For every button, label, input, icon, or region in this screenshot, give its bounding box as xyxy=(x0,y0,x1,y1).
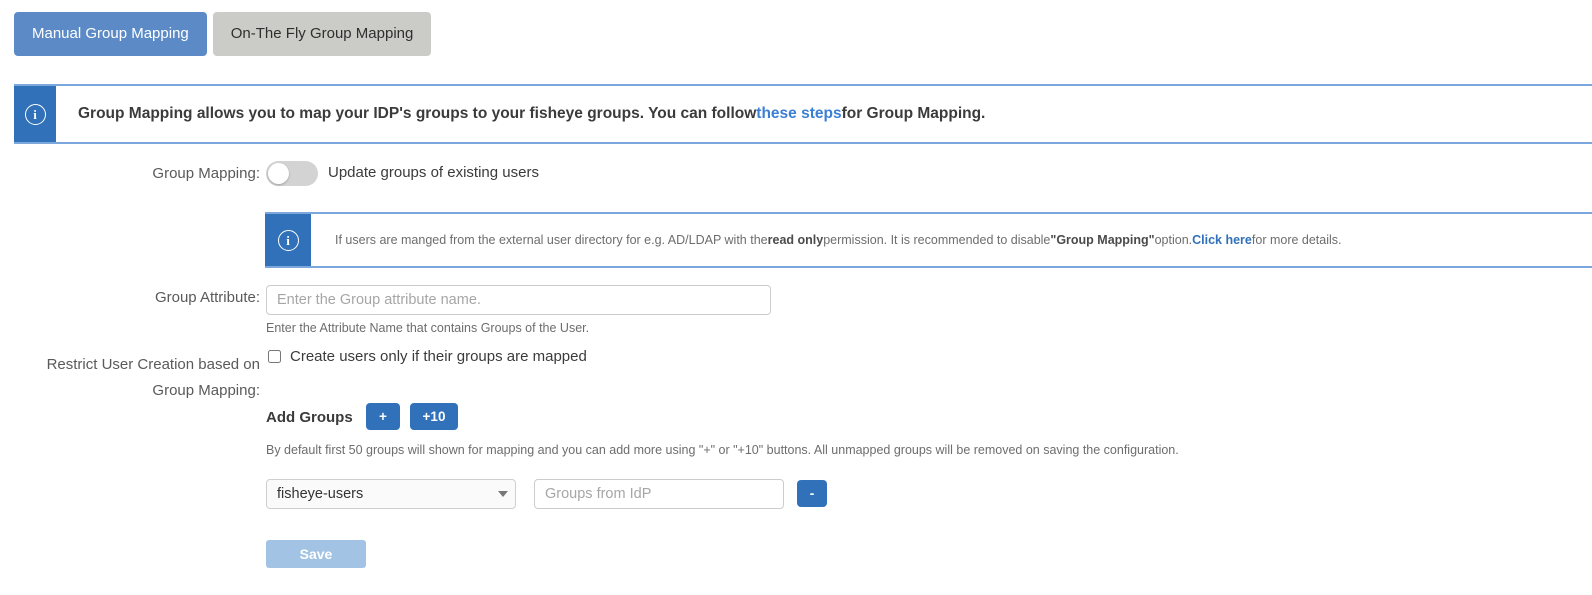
group-attribute-label: Group Attribute: xyxy=(154,289,260,306)
group-mapping-toggle[interactable] xyxy=(266,161,318,186)
info-banner-text-after: for Group Mapping. xyxy=(841,105,986,122)
restrict-label-line1: Restrict User Creation based on xyxy=(46,356,260,373)
restrict-user-creation-checkbox[interactable] xyxy=(268,350,281,363)
info-banner-text-before: Group Mapping allows you to map your IDP… xyxy=(78,105,757,122)
these-steps-link[interactable]: these steps xyxy=(756,105,841,123)
inner-text-part2: permission. It is recommended to disable xyxy=(823,233,1051,247)
fisheye-group-select[interactable]: fisheye-users xyxy=(266,479,516,509)
group-attribute-input[interactable] xyxy=(266,285,771,315)
info-icon-container-inner: i xyxy=(265,214,311,266)
group-mapping-toggle-label: Update groups of existing users xyxy=(328,164,539,181)
info-icon: i xyxy=(277,229,299,251)
save-button[interactable]: Save xyxy=(266,540,366,568)
inner-text-part1: If users are manged from the external us… xyxy=(335,233,768,247)
add-one-group-button[interactable]: + xyxy=(366,403,400,430)
idp-groups-input[interactable] xyxy=(534,479,784,509)
add-groups-hint: By default first 50 groups will shown fo… xyxy=(266,443,1179,457)
click-here-link[interactable]: Click here xyxy=(1192,233,1252,247)
remove-group-row-button[interactable]: - xyxy=(797,480,827,507)
restrict-user-creation-checkbox-label: Create users only if their groups are ma… xyxy=(290,348,587,365)
inner-text-part4: for more details. xyxy=(1251,233,1342,247)
add-groups-label: Add Groups xyxy=(266,409,353,426)
info-banner-read-only-warning: i If users are manged from the external … xyxy=(265,212,1592,268)
add-ten-groups-button[interactable]: +10 xyxy=(410,403,458,430)
inner-text-part3: option. xyxy=(1154,233,1193,247)
inner-text-bold-read-only: read only xyxy=(767,233,824,247)
group-attribute-hint: Enter the Attribute Name that contains G… xyxy=(266,321,590,335)
group-mapping-label: Group Mapping: xyxy=(152,165,260,182)
info-banner-inner-text: If users are manged from the external us… xyxy=(311,214,1354,266)
restrict-label-line2: Group Mapping: xyxy=(152,382,260,399)
tab-on-the-fly-group-mapping[interactable]: On-The Fly Group Mapping xyxy=(212,12,432,56)
toggle-knob xyxy=(268,163,289,184)
inner-text-bold-group-mapping: "Group Mapping" xyxy=(1050,233,1155,247)
info-icon: i xyxy=(24,103,46,125)
restrict-user-creation-label: Restrict User Creation based on Group Ma… xyxy=(40,352,260,404)
info-banner-group-mapping: i Group Mapping allows you to map your I… xyxy=(14,84,1592,144)
tab-manual-group-mapping[interactable]: Manual Group Mapping xyxy=(14,12,207,56)
tab-bar: Manual Group Mapping On-The Fly Group Ma… xyxy=(14,12,432,56)
info-banner-text: Group Mapping allows you to map your IDP… xyxy=(56,86,997,142)
info-icon-container: i xyxy=(14,86,56,142)
